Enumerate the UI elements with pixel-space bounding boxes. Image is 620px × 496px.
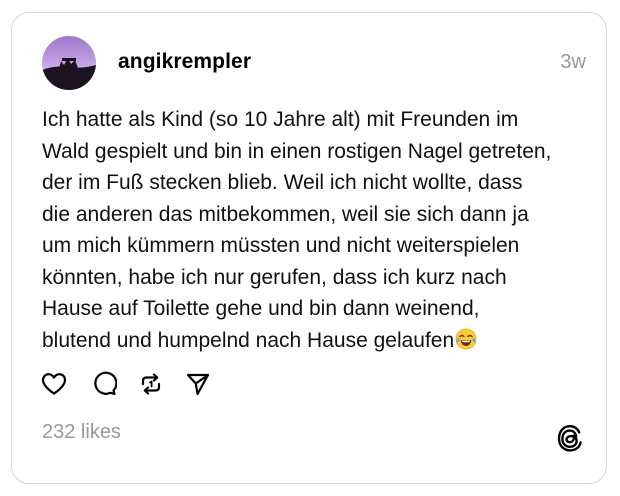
post-text-line: Hause auf Toilette gehe und bin dann wei… xyxy=(42,297,480,320)
post-timestamp: 3w xyxy=(560,51,586,73)
likes-count[interactable]: 232 likes xyxy=(42,421,121,444)
repost-icon xyxy=(138,371,164,402)
post-text-line: Ich hatte als Kind (so 10 Jahre alt) mit… xyxy=(42,108,519,131)
avatar[interactable] xyxy=(42,36,96,90)
share-button[interactable] xyxy=(184,372,212,400)
username[interactable]: angikrempler xyxy=(118,50,251,74)
like-button[interactable] xyxy=(40,372,68,400)
threads-logo-icon xyxy=(556,423,584,453)
heart-icon xyxy=(41,372,67,401)
repost-button[interactable] xyxy=(137,372,165,400)
reply-button[interactable] xyxy=(90,371,118,402)
post-text-line: der im Fuß stecken blieb. Weil ich nicht… xyxy=(42,171,523,194)
post-text-line: könnten, habe ich nur gerufen, dass ich … xyxy=(42,265,507,289)
post-text-line: die anderen das mitbekommen, weil sie si… xyxy=(42,202,529,226)
post-text-line: blutend und humpelnd nach Hause gelaufen xyxy=(42,328,455,352)
post-text-line: um mich kümmern müssten und nicht weiter… xyxy=(42,234,520,257)
face-with-tears-of-joy-icon xyxy=(455,328,477,350)
paper-plane-icon xyxy=(185,371,211,402)
speech-bubble-icon xyxy=(91,371,118,402)
post-text-line: Wald gespielt und bin in einen rostigen … xyxy=(42,139,552,163)
post-text: Ich hatte als Kind (so 10 Jahre alt) mit… xyxy=(42,104,582,356)
